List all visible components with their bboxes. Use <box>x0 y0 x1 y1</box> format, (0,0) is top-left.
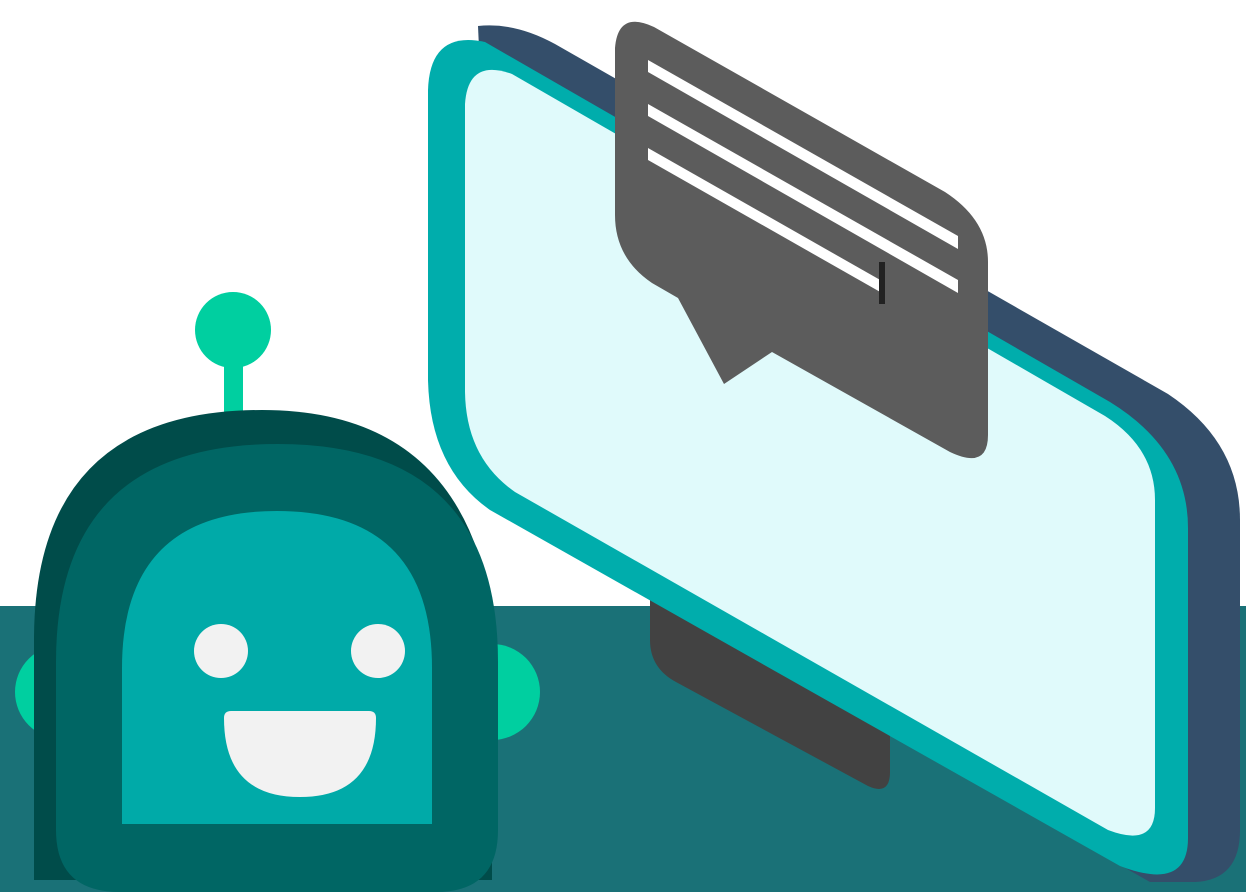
chatbot-illustration <box>0 0 1246 892</box>
robot-antenna-ball <box>195 292 271 368</box>
robot-eye-right <box>351 624 405 678</box>
text-cursor-icon <box>879 262 885 304</box>
illustration-canvas <box>0 21 1246 892</box>
robot-eye-left <box>194 624 248 678</box>
